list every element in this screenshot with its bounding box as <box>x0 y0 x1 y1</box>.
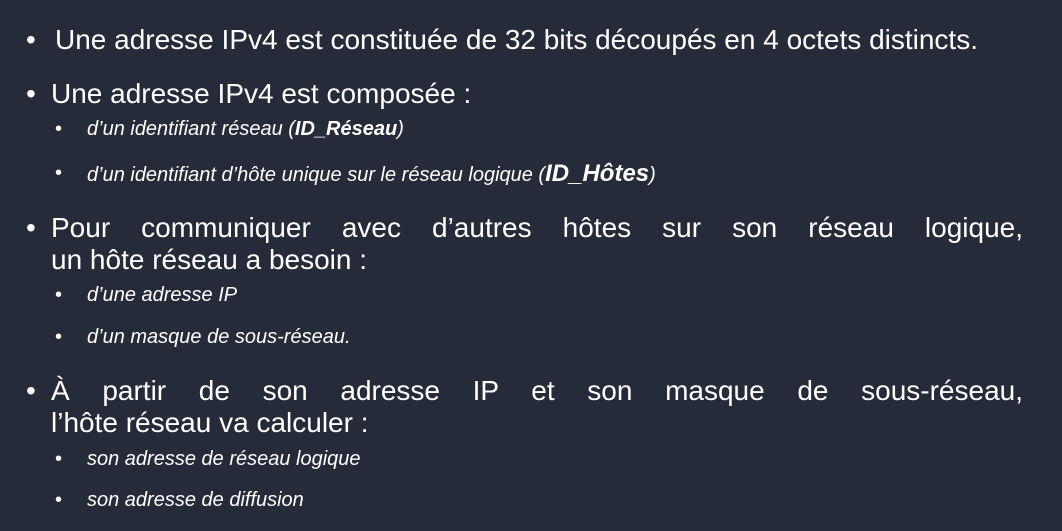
sub-bullet-dot: • <box>55 326 63 348</box>
bullet-3-text: Pour communiquer avec d’autres hôtes sur… <box>51 212 1023 276</box>
bullet-4-line-1: À partir de son adresse IP et son masque… <box>51 375 1023 406</box>
bullet-dot: • <box>26 24 36 55</box>
bullet-2-text: Une adresse IPv4 est composée : <box>51 78 472 109</box>
bullet-3-line-2: un hôte réseau a besoin : <box>51 244 368 275</box>
bullet-1-text: Une adresse IPv4 est constituée de 32 bi… <box>55 24 978 55</box>
sub-bullet-dot: • <box>55 284 63 306</box>
sub-bullet-2-2-text: d’un identifiant d’hôte unique sur le ré… <box>87 160 656 187</box>
bullet-3-line-1: Pour communiquer avec d’autres hôtes sur… <box>51 212 1023 243</box>
sub-bullet-3-1-text: d’une adresse IP <box>87 284 238 306</box>
sub-bullet-4-2-text: son adresse de diffusion <box>87 489 304 511</box>
sub-bullet-dot: • <box>55 118 63 140</box>
bullet-4-text: À partir de son adresse IP et son masque… <box>51 375 1023 439</box>
slide: • Une adresse IPv4 est constituée de 32 … <box>0 0 1062 531</box>
sub-bullet-dot: • <box>55 162 63 184</box>
bullet-dot: • <box>26 212 36 243</box>
sub-bullet-4-1-text: son adresse de réseau logique <box>87 448 361 470</box>
id-reseau-term: ID_Réseau <box>294 118 398 140</box>
bullet-4-line-2: l’hôte réseau va calculer : <box>51 407 369 438</box>
bullet-dot: • <box>26 78 36 109</box>
sub-bullet-3-2-text: d’un masque de sous-réseau. <box>87 326 351 348</box>
id-hotes-term: ID_Hôtes <box>545 160 650 187</box>
sub-bullet-dot: • <box>55 448 63 470</box>
sub-bullet-dot: • <box>55 489 63 511</box>
sub-bullet-2-1-text: d’un identifiant réseau (ID_Réseau) <box>87 118 404 140</box>
bullet-dot: • <box>26 375 36 406</box>
